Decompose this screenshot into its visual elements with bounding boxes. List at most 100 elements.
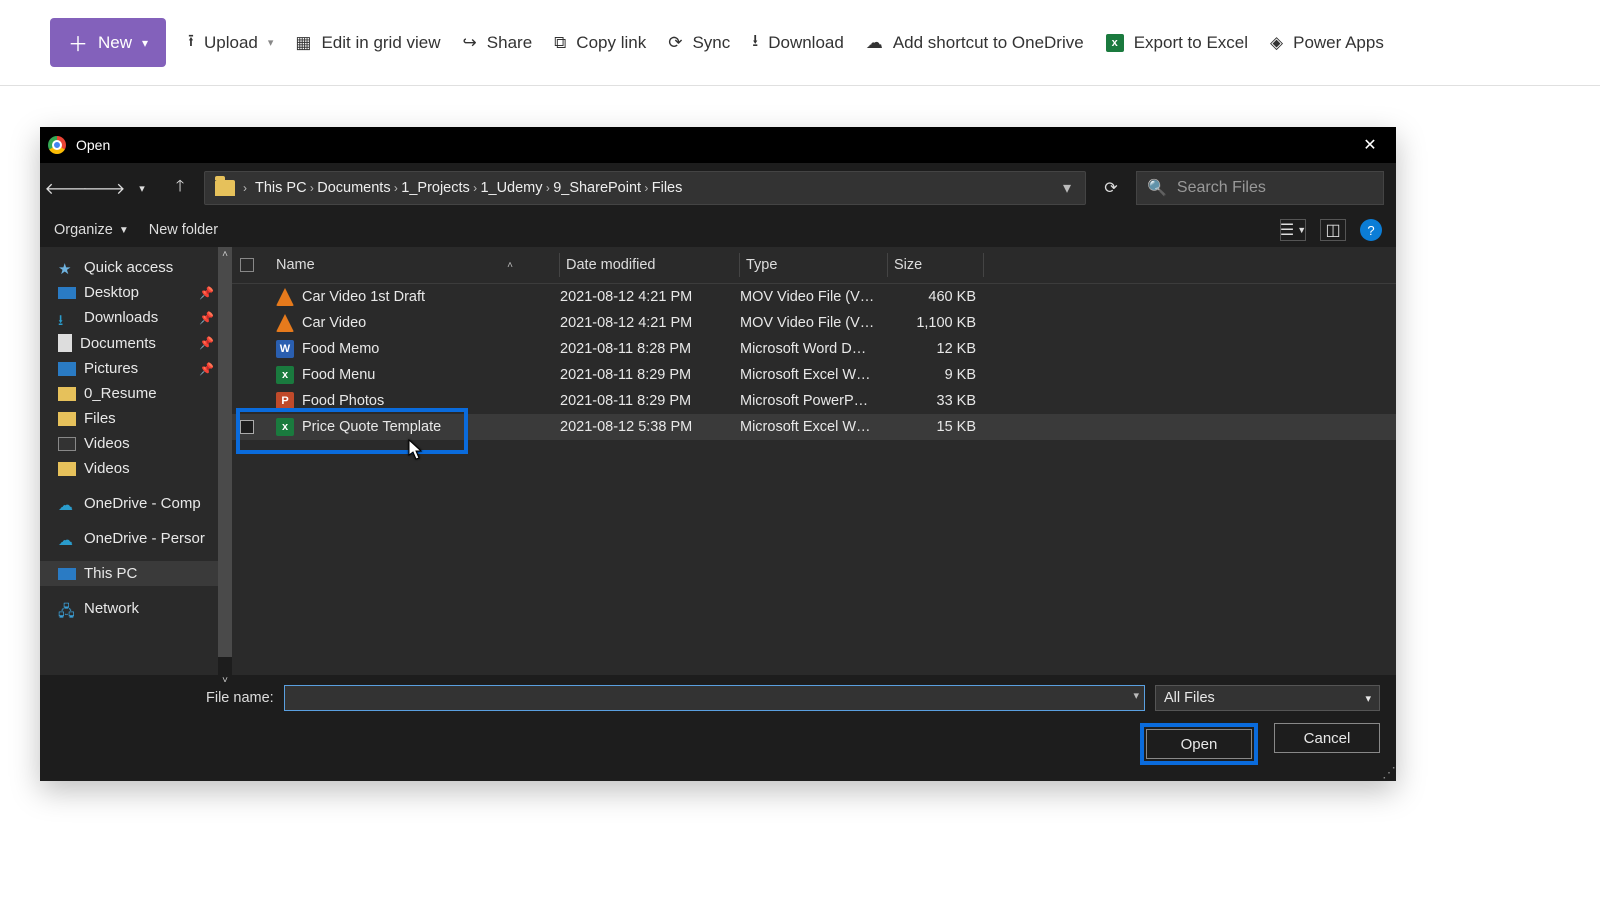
excel-icon: x bbox=[1106, 34, 1124, 52]
file-list: Name˄ Date modified Type Size Car Video … bbox=[232, 247, 1396, 687]
sidebar-item[interactable]: 🖧Network bbox=[40, 596, 232, 621]
row-checkbox[interactable] bbox=[240, 342, 254, 356]
powerapps-icon: ◈ bbox=[1270, 33, 1283, 53]
file-row[interactable]: Car Video 1st Draft 2021-08-12 4:21 PM M… bbox=[232, 284, 1396, 310]
column-headers: Name˄ Date modified Type Size bbox=[232, 247, 1396, 284]
sidebar: ˄ ★Quick accessDesktop📌⭳Downloads📌Docume… bbox=[40, 247, 232, 687]
column-size[interactable]: Size bbox=[888, 253, 984, 277]
sidebar-item-label: Files bbox=[84, 410, 116, 427]
file-row[interactable]: Car Video 2021-08-12 4:21 PM MOV Video F… bbox=[232, 310, 1396, 336]
organize-button[interactable]: Organize▼ bbox=[54, 222, 129, 238]
file-row[interactable]: xFood Menu 2021-08-11 8:29 PM Microsoft … bbox=[232, 362, 1396, 388]
cursor-icon bbox=[408, 439, 424, 461]
row-checkbox[interactable] bbox=[240, 290, 254, 304]
file-row[interactable]: WFood Memo 2021-08-11 8:28 PM Microsoft … bbox=[232, 336, 1396, 362]
file-size: 15 KB bbox=[888, 419, 984, 435]
breadcrumb-segment[interactable]: Documents bbox=[317, 180, 390, 196]
history-dropdown[interactable]: ▾ bbox=[128, 174, 156, 202]
breadcrumb-dropdown[interactable]: ▾ bbox=[1059, 178, 1075, 198]
file-name: Car Video 1st Draft bbox=[302, 289, 425, 305]
up-button[interactable]: 🡑 bbox=[166, 174, 194, 202]
row-checkbox[interactable] bbox=[240, 316, 254, 330]
column-type[interactable]: Type bbox=[740, 253, 888, 277]
breadcrumb-bar[interactable]: › This PC › Documents › 1_Projects › 1_U… bbox=[204, 171, 1086, 205]
breadcrumb-segment[interactable]: Files bbox=[652, 180, 683, 196]
download-button[interactable]: ⭳Download bbox=[752, 28, 844, 57]
sidebar-item[interactable]: Files bbox=[40, 406, 232, 431]
excel-icon: x bbox=[276, 366, 294, 384]
file-size: 33 KB bbox=[888, 393, 984, 409]
sidebar-item-label: OneDrive - Comp bbox=[84, 495, 201, 512]
sidebar-item[interactable]: ☁OneDrive - Comp bbox=[40, 491, 232, 516]
file-type: Microsoft Excel W… bbox=[740, 419, 888, 435]
vlc-icon bbox=[276, 288, 294, 306]
sidebar-scrollbar[interactable] bbox=[218, 247, 232, 687]
breadcrumb-segment[interactable]: 1_Udemy bbox=[480, 180, 542, 196]
folder-icon bbox=[58, 412, 76, 426]
sidebar-item-label: Videos bbox=[84, 435, 130, 452]
column-name[interactable]: Name˄ bbox=[270, 253, 560, 277]
filename-input[interactable] bbox=[284, 685, 1145, 711]
preview-pane-button[interactable]: ◫ bbox=[1320, 219, 1346, 241]
breadcrumb-segment[interactable]: 9_SharePoint bbox=[553, 180, 641, 196]
row-checkbox[interactable] bbox=[240, 420, 254, 434]
excel-icon: x bbox=[276, 418, 294, 436]
file-row[interactable]: PFood Photos 2021-08-11 8:29 PM Microsof… bbox=[232, 388, 1396, 414]
filename-dropdown[interactable]: ▾ bbox=[1133, 689, 1139, 702]
annotation-highlight-open: Open bbox=[1140, 723, 1258, 765]
upload-button[interactable]: ⭱Upload▾ bbox=[188, 28, 273, 57]
powerapps-button[interactable]: ◈Power Apps bbox=[1270, 33, 1384, 53]
select-all-checkbox[interactable] bbox=[240, 258, 254, 272]
forward-button[interactable]: 🡒 bbox=[90, 174, 118, 202]
close-icon[interactable]: ✕ bbox=[1352, 127, 1388, 163]
row-checkbox[interactable] bbox=[240, 394, 254, 408]
resize-grip[interactable]: ⋰ bbox=[1382, 767, 1394, 779]
search-input[interactable]: 🔍 Search Files bbox=[1136, 171, 1384, 205]
file-name: Food Photos bbox=[302, 393, 384, 409]
sidebar-item[interactable]: ⭳Downloads📌 bbox=[40, 305, 232, 330]
cancel-button[interactable]: Cancel bbox=[1274, 723, 1380, 753]
sidebar-item[interactable]: ☁OneDrive - Persor bbox=[40, 526, 232, 551]
sidebar-item[interactable]: This PC bbox=[40, 561, 232, 586]
file-open-dialog: Open ✕ 🡐 🡒 ▾ 🡑 › This PC › Documents › 1… bbox=[40, 127, 1396, 781]
breadcrumb-segment[interactable]: This PC bbox=[255, 180, 307, 196]
breadcrumb-segment[interactable]: 1_Projects bbox=[401, 180, 470, 196]
pin-icon: 📌 bbox=[199, 311, 214, 325]
sidebar-scroll-down[interactable]: ˅ bbox=[218, 673, 232, 687]
shortcut-button[interactable]: ☁Add shortcut to OneDrive bbox=[866, 33, 1084, 53]
file-name: Food Memo bbox=[302, 341, 379, 357]
row-checkbox[interactable] bbox=[240, 368, 254, 382]
sidebar-item[interactable]: 0_Resume bbox=[40, 381, 232, 406]
dialog-toolbar: Organize▼ New folder ☰▼ ◫ ? bbox=[40, 213, 1396, 247]
sync-button[interactable]: ⟳Sync bbox=[668, 33, 730, 53]
back-button[interactable]: 🡐 bbox=[52, 174, 80, 202]
pic-icon bbox=[58, 362, 76, 376]
sidebar-item[interactable]: Desktop📌 bbox=[40, 280, 232, 305]
file-date: 2021-08-12 5:38 PM bbox=[560, 419, 740, 435]
new-button[interactable]: ＋New▾ bbox=[50, 18, 166, 67]
sidebar-item-label: This PC bbox=[84, 565, 137, 582]
view-details-button[interactable]: ☰▼ bbox=[1280, 219, 1306, 241]
refresh-button[interactable]: ⟳ bbox=[1096, 173, 1126, 203]
file-type: MOV Video File (V… bbox=[740, 315, 888, 331]
new-folder-button[interactable]: New folder bbox=[149, 222, 218, 238]
cloud-icon: ☁ bbox=[58, 531, 76, 547]
export-excel-button[interactable]: xExport to Excel bbox=[1106, 33, 1248, 53]
sidebar-item[interactable]: Videos bbox=[40, 456, 232, 481]
sidebar-item[interactable]: Videos bbox=[40, 431, 232, 456]
file-filter-dropdown[interactable]: All Files▾ bbox=[1155, 685, 1380, 711]
dialog-title: Open bbox=[76, 137, 110, 153]
sidebar-item[interactable]: Pictures📌 bbox=[40, 356, 232, 381]
sidebar-item[interactable]: Documents📌 bbox=[40, 330, 232, 356]
sidebar-scroll-up[interactable]: ˄ bbox=[218, 247, 232, 261]
open-button[interactable]: Open bbox=[1146, 729, 1252, 759]
column-date[interactable]: Date modified bbox=[560, 253, 740, 277]
edit-grid-button[interactable]: ▦Edit in grid view bbox=[295, 33, 440, 53]
sidebar-item[interactable]: ★Quick access bbox=[40, 255, 232, 280]
copylink-button[interactable]: ⧉Copy link bbox=[554, 33, 646, 53]
share-button[interactable]: ↪Share bbox=[463, 33, 533, 53]
help-button[interactable]: ? bbox=[1360, 219, 1382, 241]
file-name: Price Quote Template bbox=[302, 419, 441, 435]
ppt-icon: P bbox=[276, 392, 294, 410]
file-row[interactable]: x Price Quote Template 2021-08-12 5:38 PM… bbox=[232, 414, 1396, 440]
